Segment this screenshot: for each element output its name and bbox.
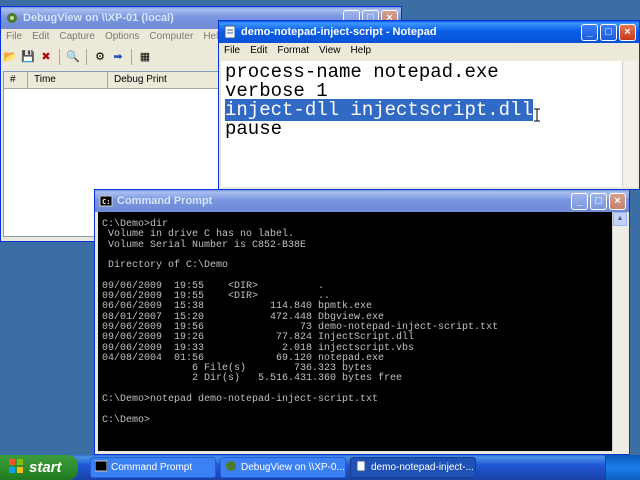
scroll-up-icon[interactable]: ▲ xyxy=(613,212,627,226)
system-tray xyxy=(605,455,640,480)
taskbar-button-command-prompt[interactable]: Command Prompt xyxy=(90,457,216,478)
menu-options[interactable]: Options xyxy=(100,29,144,45)
cmd-app-icon: C: xyxy=(99,194,113,208)
taskbar-button-notepad[interactable]: demo-notepad-inject-... xyxy=(350,457,476,478)
console-line: C:\Demo>notepad demo-notepad-inject-scri… xyxy=(102,394,379,406)
maximize-button[interactable]: □ xyxy=(590,192,607,210)
open-icon[interactable]: 📂 xyxy=(3,50,17,64)
ibeam-cursor-icon xyxy=(534,108,540,122)
notepad-app-icon xyxy=(223,25,237,39)
capture-icon[interactable]: ⚙ xyxy=(93,50,107,64)
autoscroll-icon[interactable]: ➡ xyxy=(111,50,125,64)
column-index[interactable]: # xyxy=(4,72,28,88)
menu-computer[interactable]: Computer xyxy=(144,29,198,45)
toolbar-separator xyxy=(131,49,132,65)
task-label: DebugView on \\XP-0... xyxy=(241,462,345,473)
toolbar-separator xyxy=(59,49,60,65)
windows-logo-icon xyxy=(8,458,24,478)
cmd-titlebar[interactable]: C: Command Prompt _ □ × xyxy=(95,190,629,212)
console-line: 2 Dir(s) 5.516.431.360 bytes free xyxy=(102,373,403,385)
start-label: start xyxy=(29,459,62,476)
menu-view[interactable]: View xyxy=(314,43,346,59)
find-icon[interactable]: 🔍 xyxy=(66,50,80,64)
minimize-button[interactable]: _ xyxy=(571,192,588,210)
clear-icon[interactable]: ✖ xyxy=(39,50,53,64)
column-debug-print[interactable]: Debug Print xyxy=(108,72,228,88)
notepad-titlebar[interactable]: demo-notepad-inject-script - Notepad _ □… xyxy=(219,21,639,43)
text-line-selected: inject-dll injectscript.dll xyxy=(225,99,619,121)
menu-help[interactable]: Help xyxy=(346,43,377,59)
close-button[interactable]: × xyxy=(619,23,636,41)
menu-edit[interactable]: Edit xyxy=(27,29,54,45)
cmd-console-output[interactable]: C:\Demo>dir Volume in drive C has no lab… xyxy=(98,212,613,451)
cmd-title: Command Prompt xyxy=(117,195,213,207)
debugview-app-icon xyxy=(225,460,237,475)
filter-icon[interactable]: ▦ xyxy=(138,50,152,64)
notepad-app-icon xyxy=(355,460,367,475)
text-line: pause xyxy=(225,118,283,140)
maximize-button[interactable]: □ xyxy=(600,23,617,41)
console-line: Volume Serial Number is C852-B38E xyxy=(102,239,307,251)
close-button[interactable]: × xyxy=(609,192,626,210)
task-label: demo-notepad-inject-... xyxy=(371,462,474,473)
cmd-app-icon xyxy=(94,460,108,475)
toolbar-separator xyxy=(86,49,87,65)
cmd-vertical-scrollbar[interactable]: ▲ xyxy=(612,212,627,451)
taskbar-button-debugview[interactable]: DebugView on \\XP-0... xyxy=(220,457,346,478)
debugview-app-icon xyxy=(5,11,19,25)
taskbar: start Command Prompt DebugView on \\XP-0… xyxy=(0,455,640,480)
console-line: Directory of C:\Demo xyxy=(102,260,229,272)
notepad-window[interactable]: demo-notepad-inject-script - Notepad _ □… xyxy=(218,20,640,190)
menu-edit[interactable]: Edit xyxy=(245,43,272,59)
notepad-menubar: File Edit Format View Help xyxy=(219,43,639,59)
command-prompt-window[interactable]: C: Command Prompt _ □ × C:\Demo>dir Volu… xyxy=(94,189,630,455)
save-icon[interactable]: 💾 xyxy=(21,50,35,64)
minimize-button[interactable]: _ xyxy=(581,23,598,41)
console-line: C:\Demo> xyxy=(102,414,151,426)
notepad-title: demo-notepad-inject-script - Notepad xyxy=(241,26,437,38)
svg-text:C:: C: xyxy=(102,198,110,206)
menu-file[interactable]: File xyxy=(1,29,27,45)
task-label: Command Prompt xyxy=(111,462,193,473)
notepad-text-area[interactable]: process-name notepad.exe verbose 1 injec… xyxy=(221,61,623,187)
menu-format[interactable]: Format xyxy=(272,43,314,59)
menu-file[interactable]: File xyxy=(219,43,245,59)
column-time[interactable]: Time xyxy=(28,72,108,88)
start-button[interactable]: start xyxy=(0,455,78,480)
menu-capture[interactable]: Capture xyxy=(54,29,100,45)
notepad-vertical-scrollbar[interactable] xyxy=(622,61,637,187)
